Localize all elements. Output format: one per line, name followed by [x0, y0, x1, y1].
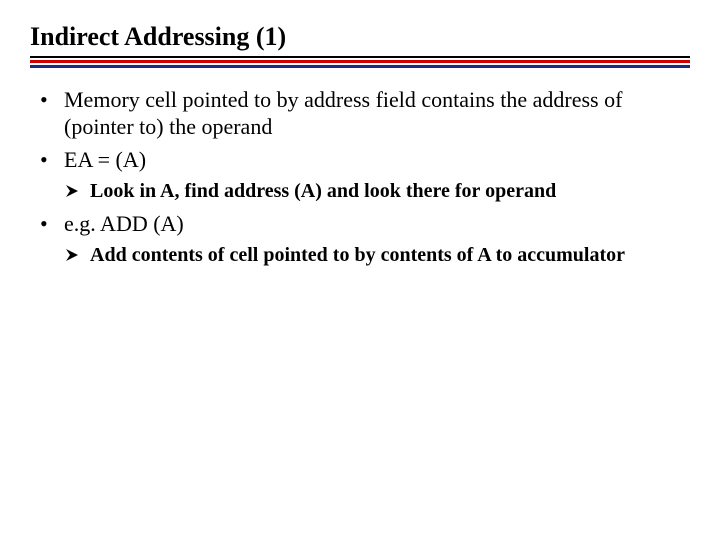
bullet-marker: •	[40, 146, 64, 173]
bullet-text: Memory cell pointed to by address field …	[64, 86, 690, 140]
bullet-item: • EA = (A)	[40, 146, 690, 173]
bullet-text: EA = (A)	[64, 146, 690, 173]
bullet-text: e.g. ADD (A)	[64, 210, 690, 237]
divider-red	[30, 60, 690, 63]
sub-bullet-text: Look in A, find address (A) and look the…	[90, 179, 690, 204]
arrow-icon	[64, 179, 90, 204]
bullet-marker: •	[40, 86, 64, 140]
slide-title: Indirect Addressing (1)	[30, 22, 690, 58]
arrow-icon	[64, 243, 90, 268]
sub-bullet-text: Add contents of cell pointed to by conte…	[90, 243, 690, 268]
content-area: • Memory cell pointed to by address fiel…	[40, 86, 690, 268]
bullet-marker: •	[40, 210, 64, 237]
divider-blue	[30, 65, 690, 68]
bullet-item: • Memory cell pointed to by address fiel…	[40, 86, 690, 140]
sub-bullet-item: Look in A, find address (A) and look the…	[64, 179, 690, 204]
sub-bullet-item: Add contents of cell pointed to by conte…	[64, 243, 690, 268]
bullet-item: • e.g. ADD (A)	[40, 210, 690, 237]
